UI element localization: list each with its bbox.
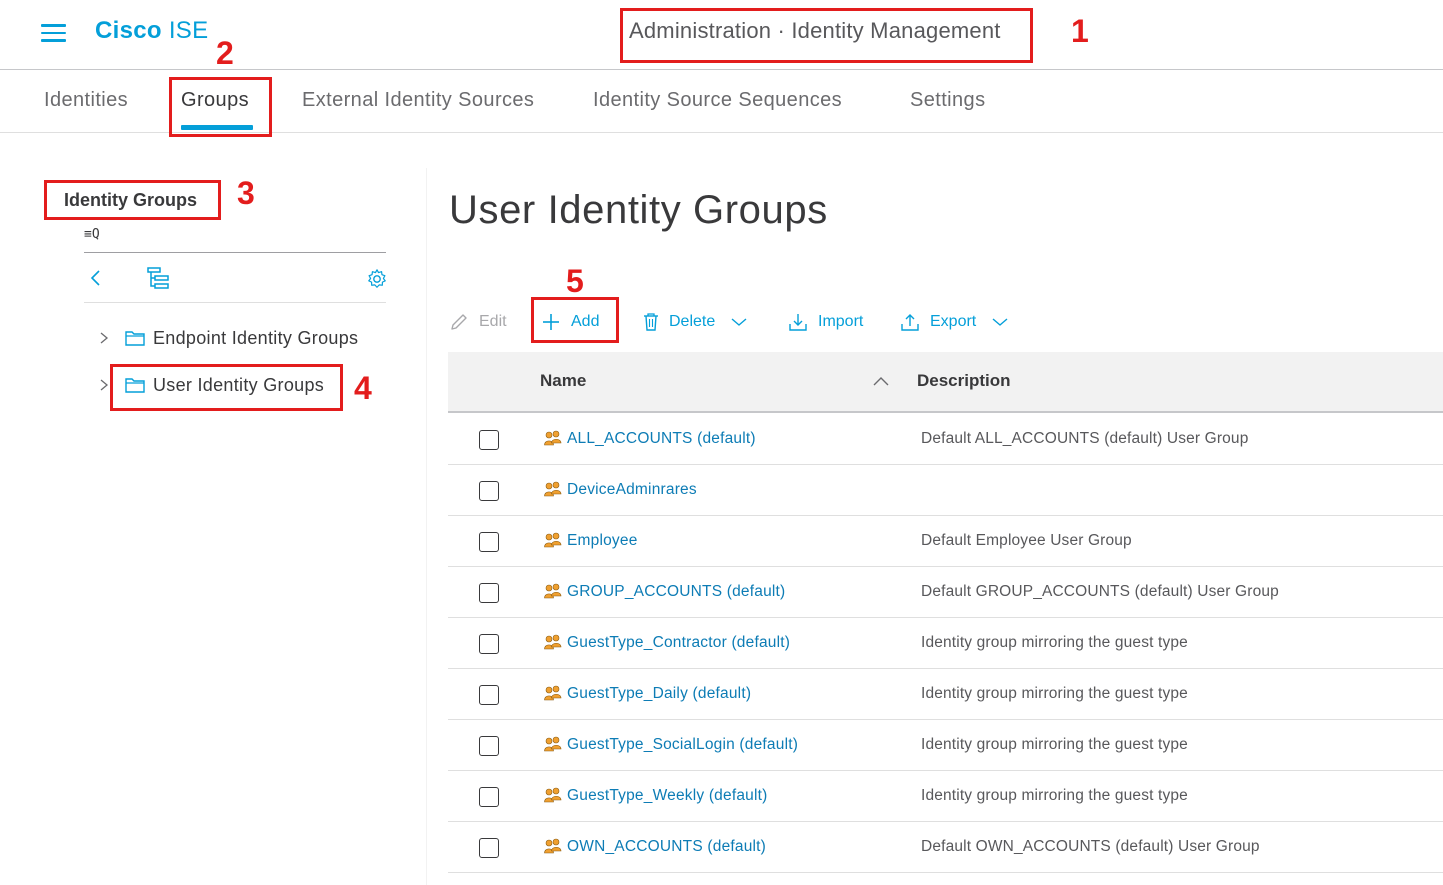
row-checkbox[interactable] xyxy=(479,430,499,450)
row-checkbox[interactable] xyxy=(479,532,499,552)
brand-product: ISE xyxy=(168,17,209,44)
table-row[interactable]: DeviceAdminrares xyxy=(448,465,1443,516)
row-checkbox[interactable] xyxy=(479,736,499,756)
table-row[interactable]: GuestType_Contractor (default) Identity g… xyxy=(448,618,1443,669)
tab-settings[interactable]: Settings xyxy=(910,89,985,112)
group-name-link[interactable]: DeviceAdminrares xyxy=(567,481,697,499)
row-checkbox[interactable] xyxy=(479,787,499,807)
group-description: Default Employee User Group xyxy=(921,532,1132,549)
tab-external-identity-sources[interactable]: External Identity Sources xyxy=(302,89,534,112)
table-row[interactable]: Employee Default Employee User Group xyxy=(448,516,1443,567)
table-row[interactable]: ALL_ACCOUNTS (default) Default ALL_ACCOUN… xyxy=(448,414,1443,465)
user-group-icon xyxy=(544,634,562,650)
add-label: Add xyxy=(571,313,600,330)
group-name-link[interactable]: GuestType_Weekly (default) xyxy=(567,787,767,805)
group-name-link[interactable]: ALL_ACCOUNTS (default) xyxy=(567,430,756,448)
group-name-link[interactable]: GuestType_SocialLogin (default) xyxy=(567,736,798,754)
add-button[interactable]: Add xyxy=(541,310,599,334)
filter-search-icon[interactable]: ≡Q xyxy=(84,227,100,242)
tab-identity-source-sequences[interactable]: Identity Source Sequences xyxy=(593,89,842,112)
tab-groups[interactable]: Groups xyxy=(181,89,249,112)
user-group-icon xyxy=(544,583,562,599)
pencil-icon xyxy=(451,314,467,330)
group-name-link[interactable]: GuestType_Contractor (default) xyxy=(567,634,790,652)
column-header-name[interactable]: Name xyxy=(540,371,586,391)
table-row[interactable]: OWN_ACCOUNTS (default) Default OWN_ACCOUN… xyxy=(448,822,1443,873)
group-description: Default ALL_ACCOUNTS (default) User Grou… xyxy=(921,430,1249,447)
sidebar-toolbar-divider xyxy=(84,302,386,303)
annotation-number-2: 2 xyxy=(216,35,234,71)
export-icon xyxy=(901,314,919,331)
edit-label: Edit xyxy=(479,313,507,330)
delete-label: Delete xyxy=(669,313,716,330)
chevron-down-icon[interactable] xyxy=(992,317,1008,327)
tree-item-label: Endpoint Identity Groups xyxy=(153,327,359,348)
panel-divider xyxy=(426,168,427,885)
folder-icon xyxy=(125,331,145,346)
import-label: Import xyxy=(818,313,864,330)
group-name-link[interactable]: GROUP_ACCOUNTS (default) xyxy=(567,583,785,601)
import-button[interactable]: Import xyxy=(788,310,863,334)
tree-view-icon[interactable] xyxy=(146,266,170,290)
group-name-link[interactable]: GuestType_Daily (default) xyxy=(567,685,751,703)
table-row[interactable]: GuestType_Weekly (default) Identity group… xyxy=(448,771,1443,822)
sort-ascending-icon[interactable] xyxy=(873,375,889,387)
row-checkbox[interactable] xyxy=(479,481,499,501)
tab-identities[interactable]: Identities xyxy=(44,89,128,112)
plus-icon xyxy=(543,314,559,330)
row-checkbox[interactable] xyxy=(479,634,499,654)
annotation-number-1: 1 xyxy=(1071,13,1089,49)
filter-input-underline xyxy=(84,252,386,253)
row-checkbox[interactable] xyxy=(479,583,499,603)
group-description: Identity group mirroring the guest type xyxy=(921,634,1188,651)
group-description: Default OWN_ACCOUNTS (default) User Grou… xyxy=(921,838,1260,855)
user-group-icon xyxy=(544,736,562,752)
user-group-icon xyxy=(544,481,562,497)
column-header-description[interactable]: Description xyxy=(917,371,1011,391)
user-group-icon xyxy=(544,430,562,446)
tree-item-label: User Identity Groups xyxy=(153,374,325,395)
annotation-number-3: 3 xyxy=(237,175,255,211)
user-group-icon xyxy=(544,838,562,854)
chevron-right-icon[interactable] xyxy=(97,331,111,345)
group-description: Default GROUP_ACCOUNTS (default) User Gr… xyxy=(921,583,1279,600)
tree-item-user-identity-groups[interactable]: User Identity Groups xyxy=(97,371,324,399)
tab-bar: Identities Groups External Identity Sour… xyxy=(0,71,1443,133)
group-name-link[interactable]: Employee xyxy=(567,532,638,550)
table-header: Name Description xyxy=(448,352,1443,413)
annotation-number-5: 5 xyxy=(566,263,584,299)
row-checkbox[interactable] xyxy=(479,838,499,858)
row-checkbox[interactable] xyxy=(479,685,499,705)
sidebar-title: Identity Groups xyxy=(64,190,198,210)
active-tab-indicator xyxy=(181,125,253,130)
table-row[interactable]: GuestType_SocialLogin (default) Identity … xyxy=(448,720,1443,771)
user-group-icon xyxy=(544,532,562,548)
chevron-left-icon[interactable] xyxy=(88,266,104,290)
group-description: Identity group mirroring the guest type xyxy=(921,787,1188,804)
brand-logo[interactable]: Cisco ISE xyxy=(95,17,208,45)
group-description: Identity group mirroring the guest type xyxy=(921,736,1188,753)
tree-item-endpoint-identity-groups[interactable]: Endpoint Identity Groups xyxy=(97,324,358,352)
group-description: Identity group mirroring the guest type xyxy=(921,685,1188,702)
page-title: User Identity Groups xyxy=(449,188,828,232)
import-icon xyxy=(789,314,807,331)
page-heading: Administration · Identity Management xyxy=(629,18,1001,43)
group-name-link[interactable]: OWN_ACCOUNTS (default) xyxy=(567,838,766,856)
brand-name: Cisco xyxy=(95,17,162,44)
folder-icon xyxy=(125,378,145,393)
annotation-number-4: 4 xyxy=(354,370,372,406)
chevron-down-icon[interactable] xyxy=(731,317,747,327)
table-row[interactable]: GuestType_Daily (default) Identity group … xyxy=(448,669,1443,720)
menu-icon[interactable] xyxy=(41,24,66,42)
edit-button[interactable]: Edit xyxy=(449,310,507,334)
gear-icon[interactable] xyxy=(366,268,388,290)
delete-button[interactable]: Delete xyxy=(643,310,747,334)
export-button[interactable]: Export xyxy=(900,310,1008,334)
user-group-icon xyxy=(544,685,562,701)
trash-icon xyxy=(644,313,658,331)
chevron-right-icon[interactable] xyxy=(97,378,111,392)
export-label: Export xyxy=(930,313,977,330)
table-row[interactable]: GROUP_ACCOUNTS (default) Default GROUP_AC… xyxy=(448,567,1443,618)
user-group-icon xyxy=(544,787,562,803)
